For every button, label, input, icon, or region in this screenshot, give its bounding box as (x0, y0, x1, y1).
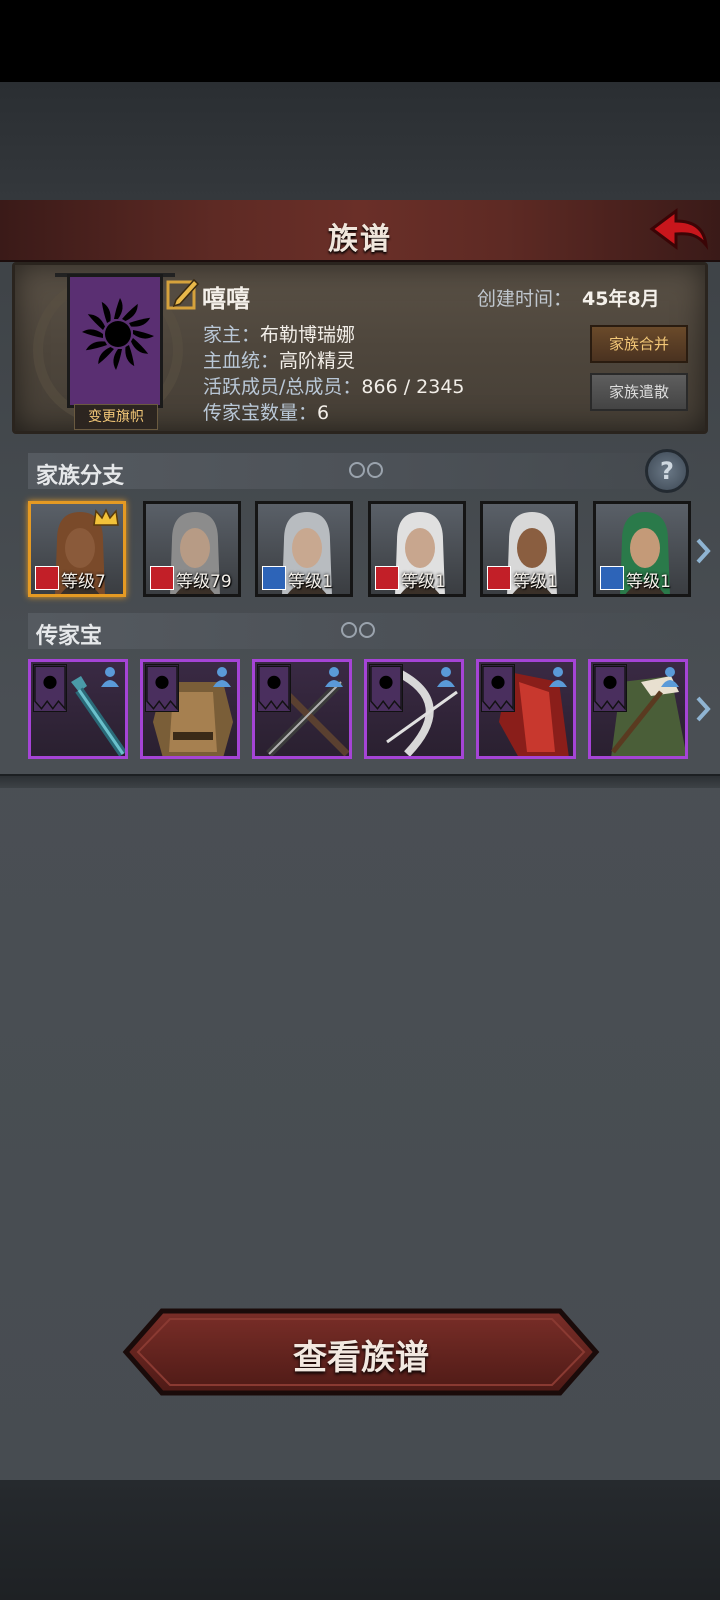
info-label: 主血统： (203, 350, 280, 372)
black-sun-icon (82, 298, 154, 370)
heirloom-card[interactable] (364, 659, 464, 759)
family-disband-button[interactable]: 家族遣散 (590, 373, 688, 411)
family-flag-icon (257, 664, 291, 712)
person-icon (549, 667, 567, 687)
info-label: 传家宝数量： (203, 402, 318, 424)
help-button[interactable]: ? (645, 449, 689, 493)
info-label: 家主： (203, 324, 261, 346)
heirloom-card[interactable] (28, 659, 128, 759)
view-family-tree-label: 查看族谱 (293, 1338, 429, 1378)
branches-title: 家族分支 (36, 464, 125, 489)
info-row-members: 活跃成员/总成员：866 / 2345 (203, 372, 465, 399)
member-level: 等级1 (626, 572, 671, 592)
page-title: 族谱 (328, 222, 392, 257)
info-value: 866 / 2345 (361, 376, 465, 398)
section-divider (0, 774, 720, 788)
edit-name-icon[interactable] (166, 276, 200, 310)
family-member-card[interactable]: 等级79 (143, 501, 241, 597)
family-member-card[interactable]: 等级1 (593, 501, 691, 597)
next-arrow-icon[interactable] (695, 537, 711, 565)
wolf-icon (375, 566, 399, 590)
family-flag-icon (145, 664, 179, 712)
family-banner[interactable] (67, 274, 163, 408)
back-button[interactable] (648, 205, 710, 255)
info-value: 高阶精灵 (279, 350, 356, 372)
family-member-card[interactable]: 等级1 (255, 501, 353, 597)
crown-icon (93, 508, 119, 526)
member-level: 等级1 (401, 572, 446, 592)
person-icon (325, 667, 343, 687)
family-member-card[interactable]: 等级1 (480, 501, 578, 597)
person-icon (437, 667, 455, 687)
info-label: 活跃成员/总成员： (203, 376, 362, 398)
info-row-heirlooms: 传家宝数量：6 (203, 398, 329, 425)
status-bar-area (0, 0, 720, 82)
family-member-card[interactable]: 等级1 (368, 501, 466, 597)
family-flag-icon (369, 664, 403, 712)
heirloom-card[interactable] (476, 659, 576, 759)
family-name: 嘻嘻 (202, 285, 250, 313)
back-arrow-icon (649, 208, 709, 250)
member-level: 等级1 (513, 572, 558, 592)
heirloom-card[interactable] (140, 659, 240, 759)
family-merge-button[interactable]: 家族合并 (590, 325, 688, 363)
create-time-value: 45年8月 (582, 288, 660, 310)
info-value: 6 (317, 402, 330, 424)
person-icon (213, 667, 231, 687)
heirlooms-title: 传家宝 (36, 624, 103, 649)
next-arrow-icon[interactable] (695, 695, 711, 723)
page-dots (341, 622, 381, 640)
member-level: 等级7 (61, 572, 106, 592)
family-flag-icon (33, 664, 67, 712)
create-time-label: 创建时间： (477, 288, 573, 310)
member-level: 等级79 (176, 572, 232, 592)
family-flag-icon (593, 664, 627, 712)
family-flag-icon (481, 664, 515, 712)
person-icon (101, 667, 119, 687)
change-flag-button[interactable]: 变更旗帜 (74, 404, 158, 430)
wolf-icon (487, 566, 511, 590)
wolf-icon (150, 566, 174, 590)
person-icon (661, 667, 679, 687)
bottom-area (0, 1480, 720, 1600)
family-member-card[interactable]: 等级7 (28, 501, 126, 597)
member-level: 等级1 (288, 572, 333, 592)
info-value: 布勒博瑞娜 (260, 324, 356, 346)
sword-icon (262, 566, 286, 590)
sword-icon (600, 566, 624, 590)
info-row-head: 家主：布勒博瑞娜 (203, 320, 355, 347)
heirloom-card[interactable] (588, 659, 688, 759)
background-top (0, 82, 720, 200)
info-row-bloodline: 主血统：高阶精灵 (203, 346, 355, 373)
heirloom-card[interactable] (252, 659, 352, 759)
wolf-icon (35, 566, 59, 590)
page-dots (349, 462, 389, 480)
